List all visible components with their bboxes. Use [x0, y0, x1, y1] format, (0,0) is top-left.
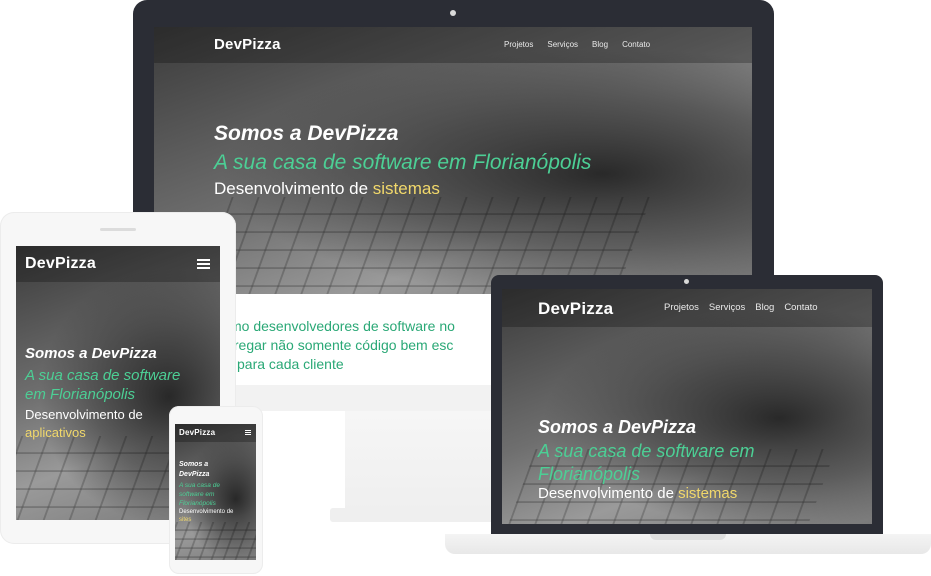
- laptop-navbar: DevPizza Projetos Serviços Blog Contato: [502, 289, 872, 327]
- desktop-camera: [450, 10, 456, 16]
- laptop-nav-servicos[interactable]: Serviços: [709, 302, 745, 313]
- desktop-navbar: DevPizza Projetos Serviços Blog Contato: [154, 27, 752, 63]
- nav-servicos[interactable]: Serviços: [547, 40, 578, 49]
- laptop-nav-projetos[interactable]: Projetos: [664, 302, 699, 313]
- laptop-tagline-prefix: Desenvolvimento de: [538, 485, 674, 502]
- phone-title-line-1: Somos a: [179, 461, 209, 468]
- phone-hero-tagline: Desenvolvimento de sites: [179, 508, 233, 524]
- phone-subtitle-line-2: software em: [179, 491, 215, 498]
- hamburger-menu-icon[interactable]: [197, 259, 210, 269]
- laptop-notch: [650, 534, 726, 540]
- desktop-hero-title: Somos a DevPizza: [214, 122, 399, 145]
- desktop-nav: Projetos Serviços Blog Contato: [504, 40, 650, 49]
- phone-hero-title: Somos a DevPizza: [179, 460, 209, 480]
- laptop-nav: Projetos Serviços Blog Contato: [664, 302, 818, 313]
- laptop-hero-subtitle: A sua casa de software em Florianópolis: [538, 440, 754, 486]
- laptop-device: DevPizza Projetos Serviços Blog Contato …: [491, 275, 883, 534]
- desktop-hero-subtitle: A sua casa de software em Florianópolis: [214, 151, 592, 174]
- phone-hero-subtitle: A sua casa de software em Florianópolis: [179, 481, 220, 508]
- phone-title-line-2: DevPizza: [179, 471, 210, 478]
- phone-tagline-line-2: sites: [179, 517, 192, 523]
- laptop-subtitle-line-1: A sua casa de software em: [538, 441, 755, 461]
- about-line-1: mo desenvolvedores de software no: [230, 318, 455, 334]
- desktop-logo[interactable]: DevPizza: [214, 36, 281, 53]
- phone-menu-icon[interactable]: [245, 430, 251, 435]
- laptop-logo[interactable]: DevPizza: [538, 299, 613, 319]
- tablet-navbar: DevPizza: [16, 246, 220, 282]
- tablet-tagline-prefix: Desenvolvimento de: [25, 407, 143, 422]
- laptop-subtitle-line-2: Florianópolis: [538, 464, 641, 484]
- desktop-hero-tagline: Desenvolvimento de sistemas: [214, 179, 440, 199]
- about-line-3: l para cada cliente: [230, 356, 344, 372]
- nav-projetos[interactable]: Projetos: [504, 40, 533, 49]
- phone-device: DevPizza Somos a DevPizza A sua casa de …: [169, 406, 263, 574]
- laptop-hero-tagline: Desenvolvimento de sistemas: [538, 485, 737, 502]
- laptop-camera: [684, 279, 689, 284]
- tablet-hero-tagline: Desenvolvimento de aplicativos: [25, 406, 143, 442]
- phone-keyboard-texture: [175, 522, 256, 560]
- desktop-about-text: mo desenvolvedores de software no tregar…: [230, 317, 455, 374]
- laptop-nav-blog[interactable]: Blog: [755, 302, 774, 313]
- tagline-prefix: Desenvolvimento de: [214, 179, 369, 198]
- tablet-hero-subtitle: A sua casa de software em Florianópolis: [25, 366, 180, 404]
- tablet-hero-title: Somos a DevPizza: [25, 345, 157, 362]
- phone-tagline-line-1: Desenvolvimento de: [179, 509, 234, 515]
- phone-logo[interactable]: DevPizza: [179, 428, 215, 437]
- nav-blog[interactable]: Blog: [592, 40, 608, 49]
- tablet-subtitle-line-1: A sua casa de software: [25, 367, 181, 384]
- tablet-logo[interactable]: DevPizza: [25, 255, 96, 273]
- tablet-speaker: [100, 228, 136, 231]
- phone-subtitle-line-3: Florianópolis: [179, 500, 216, 507]
- laptop-nav-contato[interactable]: Contato: [784, 302, 817, 313]
- tagline-highlight: sistemas: [372, 179, 440, 198]
- laptop-tagline-highlight: sistemas: [678, 485, 738, 502]
- laptop-hero-title: Somos a DevPizza: [538, 417, 697, 437]
- tablet-subtitle-line-2: em Florianópolis: [25, 386, 136, 403]
- phone-navbar: DevPizza: [175, 424, 256, 442]
- phone-subtitle-line-1: A sua casa de: [179, 482, 220, 489]
- laptop-screen: DevPizza Projetos Serviços Blog Contato …: [502, 289, 872, 524]
- nav-contato[interactable]: Contato: [622, 40, 650, 49]
- phone-screen: DevPizza Somos a DevPizza A sua casa de …: [175, 424, 256, 560]
- tablet-tagline-highlight: aplicativos: [25, 425, 86, 440]
- about-line-2: tregar não somente código bem esc: [230, 337, 454, 353]
